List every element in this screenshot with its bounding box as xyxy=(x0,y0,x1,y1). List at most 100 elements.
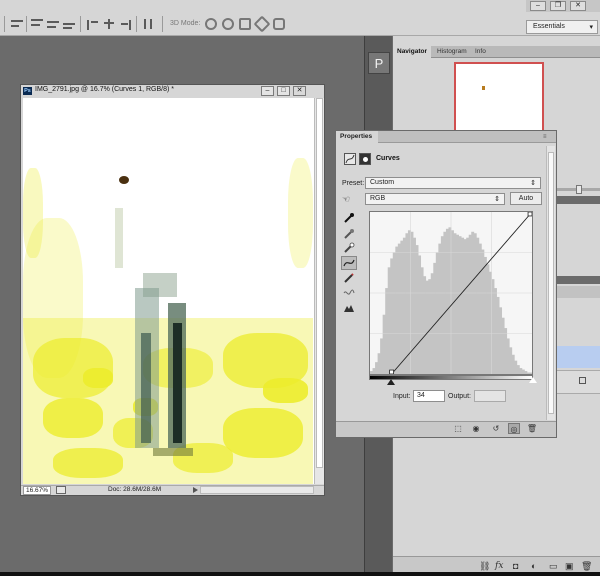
black-point-handle[interactable] xyxy=(389,369,394,374)
tab-navigator[interactable]: Navigator xyxy=(393,46,431,58)
histogram-bar xyxy=(380,338,384,374)
adjustment-layer-icon[interactable]: ◐ xyxy=(531,561,536,571)
navigator-zoom-slider[interactable] xyxy=(556,185,600,194)
scrollbar-thumb[interactable] xyxy=(316,98,323,468)
tab-properties[interactable]: Properties xyxy=(336,131,378,143)
black-point-eyedropper-icon[interactable] xyxy=(343,212,355,224)
targeted-adjustment-hand-icon[interactable]: ☜ xyxy=(342,194,350,205)
trash-icon[interactable]: 🗑 xyxy=(581,561,592,572)
histogram-bar xyxy=(428,279,432,374)
status-preview-icon[interactable] xyxy=(56,486,66,494)
align-top-icon[interactable] xyxy=(10,18,24,30)
chevron-down-icon: ▾ xyxy=(589,24,593,31)
layers-panel-header xyxy=(556,286,600,298)
edit-points-curve-icon xyxy=(343,257,355,269)
group-folder-icon[interactable]: ▭ xyxy=(549,561,558,572)
white-point-eyedropper-icon[interactable] xyxy=(343,242,355,254)
align-left-edges-icon[interactable] xyxy=(86,18,100,30)
curves-graph[interactable] xyxy=(369,211,533,375)
canvas-image[interactable] xyxy=(23,98,314,484)
histogram-bar xyxy=(392,252,396,374)
align-horizontal-centers-icon[interactable] xyxy=(102,18,116,30)
workspace-switcher[interactable]: Essentials ▾ xyxy=(526,20,598,34)
channel-dropdown[interactable]: RGB ⇕ xyxy=(365,193,505,205)
view-previous-state-icon[interactable]: ◉ xyxy=(470,423,482,434)
close-icon[interactable]: ✕ xyxy=(570,1,586,11)
histogram-bar xyxy=(516,365,520,374)
histogram-bar xyxy=(438,243,442,374)
tab-histogram[interactable]: Histogram xyxy=(433,46,471,58)
histogram-bar xyxy=(382,314,386,374)
tab-info[interactable]: Info xyxy=(471,46,490,58)
output-value-field[interactable] xyxy=(474,390,506,402)
histogram-bar xyxy=(370,371,373,374)
histogram-bar xyxy=(453,233,457,374)
restore-icon[interactable]: ❐ xyxy=(550,1,566,11)
navigator-preview[interactable] xyxy=(454,62,544,134)
align-top-edges-icon[interactable] xyxy=(30,18,44,30)
histogram-bar xyxy=(400,240,404,374)
histogram-bar xyxy=(440,236,444,374)
histogram-bar xyxy=(463,239,467,374)
canvas-vertical-scrollbar[interactable] xyxy=(314,98,324,484)
input-value-field[interactable]: 34 xyxy=(413,390,445,402)
clipping-warning-icon[interactable] xyxy=(343,302,355,314)
layer-row-selected[interactable] xyxy=(556,346,600,368)
histogram-bar xyxy=(458,236,462,374)
properties-scrollbar[interactable] xyxy=(546,146,555,420)
layer-row-background[interactable] xyxy=(556,370,600,394)
distribute-icon[interactable] xyxy=(142,18,156,30)
link-layers-icon[interactable]: ⛓ xyxy=(479,561,490,572)
layer-style-icon[interactable]: fx xyxy=(495,561,503,571)
status-menu-arrow-icon[interactable] xyxy=(193,487,198,493)
black-input-slider[interactable] xyxy=(387,379,395,385)
roll-3d-icon[interactable] xyxy=(222,18,234,30)
histogram-bar xyxy=(390,258,394,374)
scale-3d-icon[interactable] xyxy=(273,18,285,30)
add-mask-icon[interactable]: ◘ xyxy=(513,561,518,571)
auto-button[interactable]: Auto xyxy=(510,192,542,205)
white-point-handle[interactable] xyxy=(527,212,532,217)
visibility-eye-icon[interactable]: ◎ xyxy=(508,423,520,434)
curves-adjustment-icon[interactable] xyxy=(344,153,356,165)
orbit-3d-icon[interactable] xyxy=(205,18,217,30)
zoom-slider-knob[interactable] xyxy=(576,185,582,194)
delete-adjustment-icon[interactable]: 🗑 xyxy=(526,423,538,434)
histogram-bar xyxy=(506,338,510,374)
preset-dropdown[interactable]: Custom ⇕ xyxy=(365,177,541,189)
options-bar: – ❐ ✕ 3D Mode: Essentials ▾ xyxy=(0,0,600,36)
drag-3d-icon[interactable] xyxy=(239,18,251,30)
minimize-icon[interactable]: – xyxy=(530,1,546,11)
histogram-bar xyxy=(496,296,500,374)
panel-divider xyxy=(556,276,600,284)
scrollbar-thumb[interactable] xyxy=(548,152,554,414)
histogram-bar xyxy=(473,233,477,374)
reset-icon[interactable]: ↺ xyxy=(490,423,502,434)
preset-label: Preset: xyxy=(342,180,365,187)
histogram-bar xyxy=(471,231,475,374)
pencil-draw-icon[interactable] xyxy=(343,272,355,284)
canvas-horizontal-scrollbar[interactable] xyxy=(200,486,314,494)
gray-point-eyedropper-icon[interactable] xyxy=(343,228,355,240)
histogram-bar xyxy=(478,243,482,374)
smooth-curve-icon[interactable] xyxy=(343,287,355,299)
panel-menu-icon[interactable]: ≡ xyxy=(543,134,547,140)
histogram-bar xyxy=(410,231,414,374)
zoom-level-field[interactable]: 16.67% xyxy=(23,486,51,495)
align-vertical-centers-icon[interactable] xyxy=(46,18,60,30)
slide-3d-icon[interactable] xyxy=(253,15,271,33)
layer-mask-icon[interactable] xyxy=(359,153,371,165)
histogram-bar xyxy=(387,267,391,374)
histogram-bar xyxy=(385,288,389,374)
align-bottom-edges-icon[interactable] xyxy=(62,18,76,30)
histogram-bar xyxy=(511,354,515,374)
clip-to-layer-icon[interactable]: ⬚ xyxy=(452,423,464,434)
white-input-slider[interactable] xyxy=(529,377,537,383)
minimize-button[interactable]: – xyxy=(261,86,274,96)
histogram-bar xyxy=(435,252,439,374)
new-layer-icon[interactable]: ▣ xyxy=(565,561,574,572)
align-right-edges-icon[interactable] xyxy=(118,18,132,30)
maximize-button[interactable]: □ xyxy=(277,86,290,96)
close-button[interactable]: ✕ xyxy=(293,86,306,96)
paragraph-panel-button[interactable]: P xyxy=(368,52,390,74)
